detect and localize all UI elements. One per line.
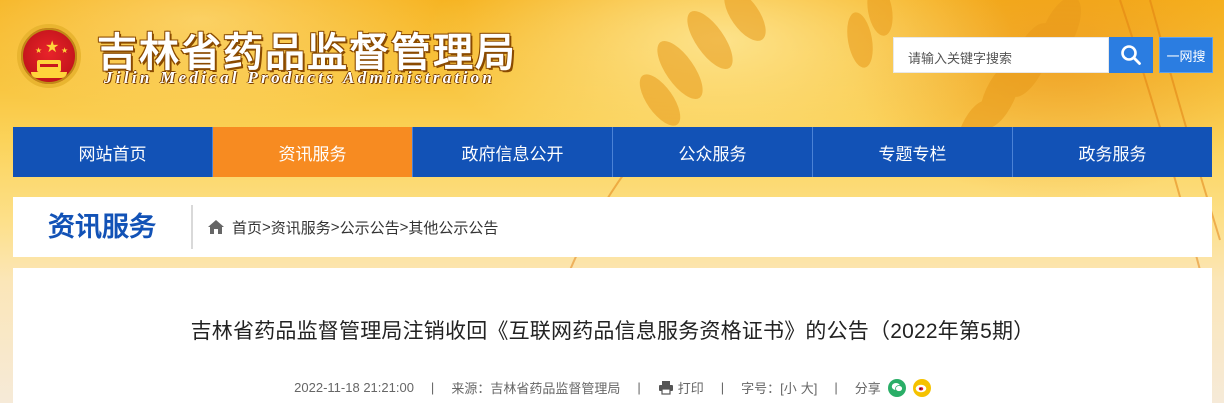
meta-divider: | xyxy=(720,380,725,395)
site-subtitle: Jilin Medical Products Administration xyxy=(104,68,496,87)
font-small-button[interactable]: [小 xyxy=(780,378,797,397)
emblem-ribbon xyxy=(31,72,67,78)
emblem-star-icon: ★ xyxy=(45,39,60,56)
section-title: 资讯服务 xyxy=(13,205,193,249)
font-large-button[interactable]: 大] xyxy=(801,378,818,397)
breadcrumb-other-announcements[interactable]: 其他公示公告 xyxy=(408,217,498,238)
meta-divider: | xyxy=(637,380,641,395)
nav-item-gov-info[interactable]: 政府信息公开 xyxy=(413,127,613,177)
article-card: 吉林省药品监督管理局注销收回《互联网药品信息服务资格证书》的公告（2022年第5… xyxy=(13,268,1212,403)
nav-item-gov-services[interactable]: 政务服务 xyxy=(1013,127,1212,177)
national-emblem-logo: ★ ★ ★ xyxy=(17,24,81,88)
search-input[interactable]: 请输入关键字搜索 xyxy=(893,37,1109,73)
yiwang-search-button[interactable]: 一网搜 xyxy=(1159,37,1213,73)
search-icon xyxy=(1121,45,1141,65)
nav-item-public-services[interactable]: 公众服务 xyxy=(613,127,813,177)
breadcrumb-home[interactable]: 首页 xyxy=(232,217,262,238)
weibo-share-icon[interactable] xyxy=(912,378,931,397)
article-date: 2022-11-18 21:21:00 xyxy=(294,380,414,395)
nav-item-home[interactable]: 网站首页 xyxy=(13,127,213,177)
meta-divider: | xyxy=(834,380,838,395)
nav-item-news-services[interactable]: 资讯服务 xyxy=(213,127,413,177)
main-nav: 网站首页 资讯服务 政府信息公开 公众服务 专题专栏 政务服务 xyxy=(13,127,1212,177)
print-icon xyxy=(658,381,673,395)
article-meta: 2022-11-18 21:21:00 | 来源： 吉林省药品监督管理局 | 打… xyxy=(13,378,1212,397)
search-button[interactable] xyxy=(1109,37,1153,73)
meta-divider: | xyxy=(430,380,435,395)
breadcrumb-news-services[interactable]: 资讯服务 xyxy=(271,217,331,238)
breadcrumb-separator: > xyxy=(399,218,409,236)
emblem-star-icon: ★ xyxy=(35,46,43,55)
breadcrumb: 首页 > 资讯服务 > 公示公告 > 其他公示公告 xyxy=(207,217,498,238)
emblem-star-icon: ★ xyxy=(61,46,69,55)
nav-item-special-topics[interactable]: 专题专栏 xyxy=(813,127,1013,177)
font-size-label: 字号： xyxy=(741,381,781,396)
section-header: 资讯服务 首页 > 资讯服务 > 公示公告 > 其他公示公告 xyxy=(13,197,1212,257)
emblem-gate xyxy=(37,60,61,72)
source-label: 来源： xyxy=(451,381,491,396)
article-source: 吉林省药品监督管理局 xyxy=(490,381,621,396)
share-label: 分享 xyxy=(854,381,881,396)
home-icon xyxy=(208,220,224,234)
breadcrumb-announcements[interactable]: 公示公告 xyxy=(340,217,400,238)
print-button[interactable]: 打印 xyxy=(678,378,704,397)
breadcrumb-separator: > xyxy=(330,218,340,236)
wechat-share-icon[interactable] xyxy=(887,378,906,397)
article-title: 吉林省药品监督管理局注销收回《互联网药品信息服务资格证书》的公告（2022年第5… xyxy=(190,320,1035,343)
breadcrumb-separator: > xyxy=(262,218,271,236)
